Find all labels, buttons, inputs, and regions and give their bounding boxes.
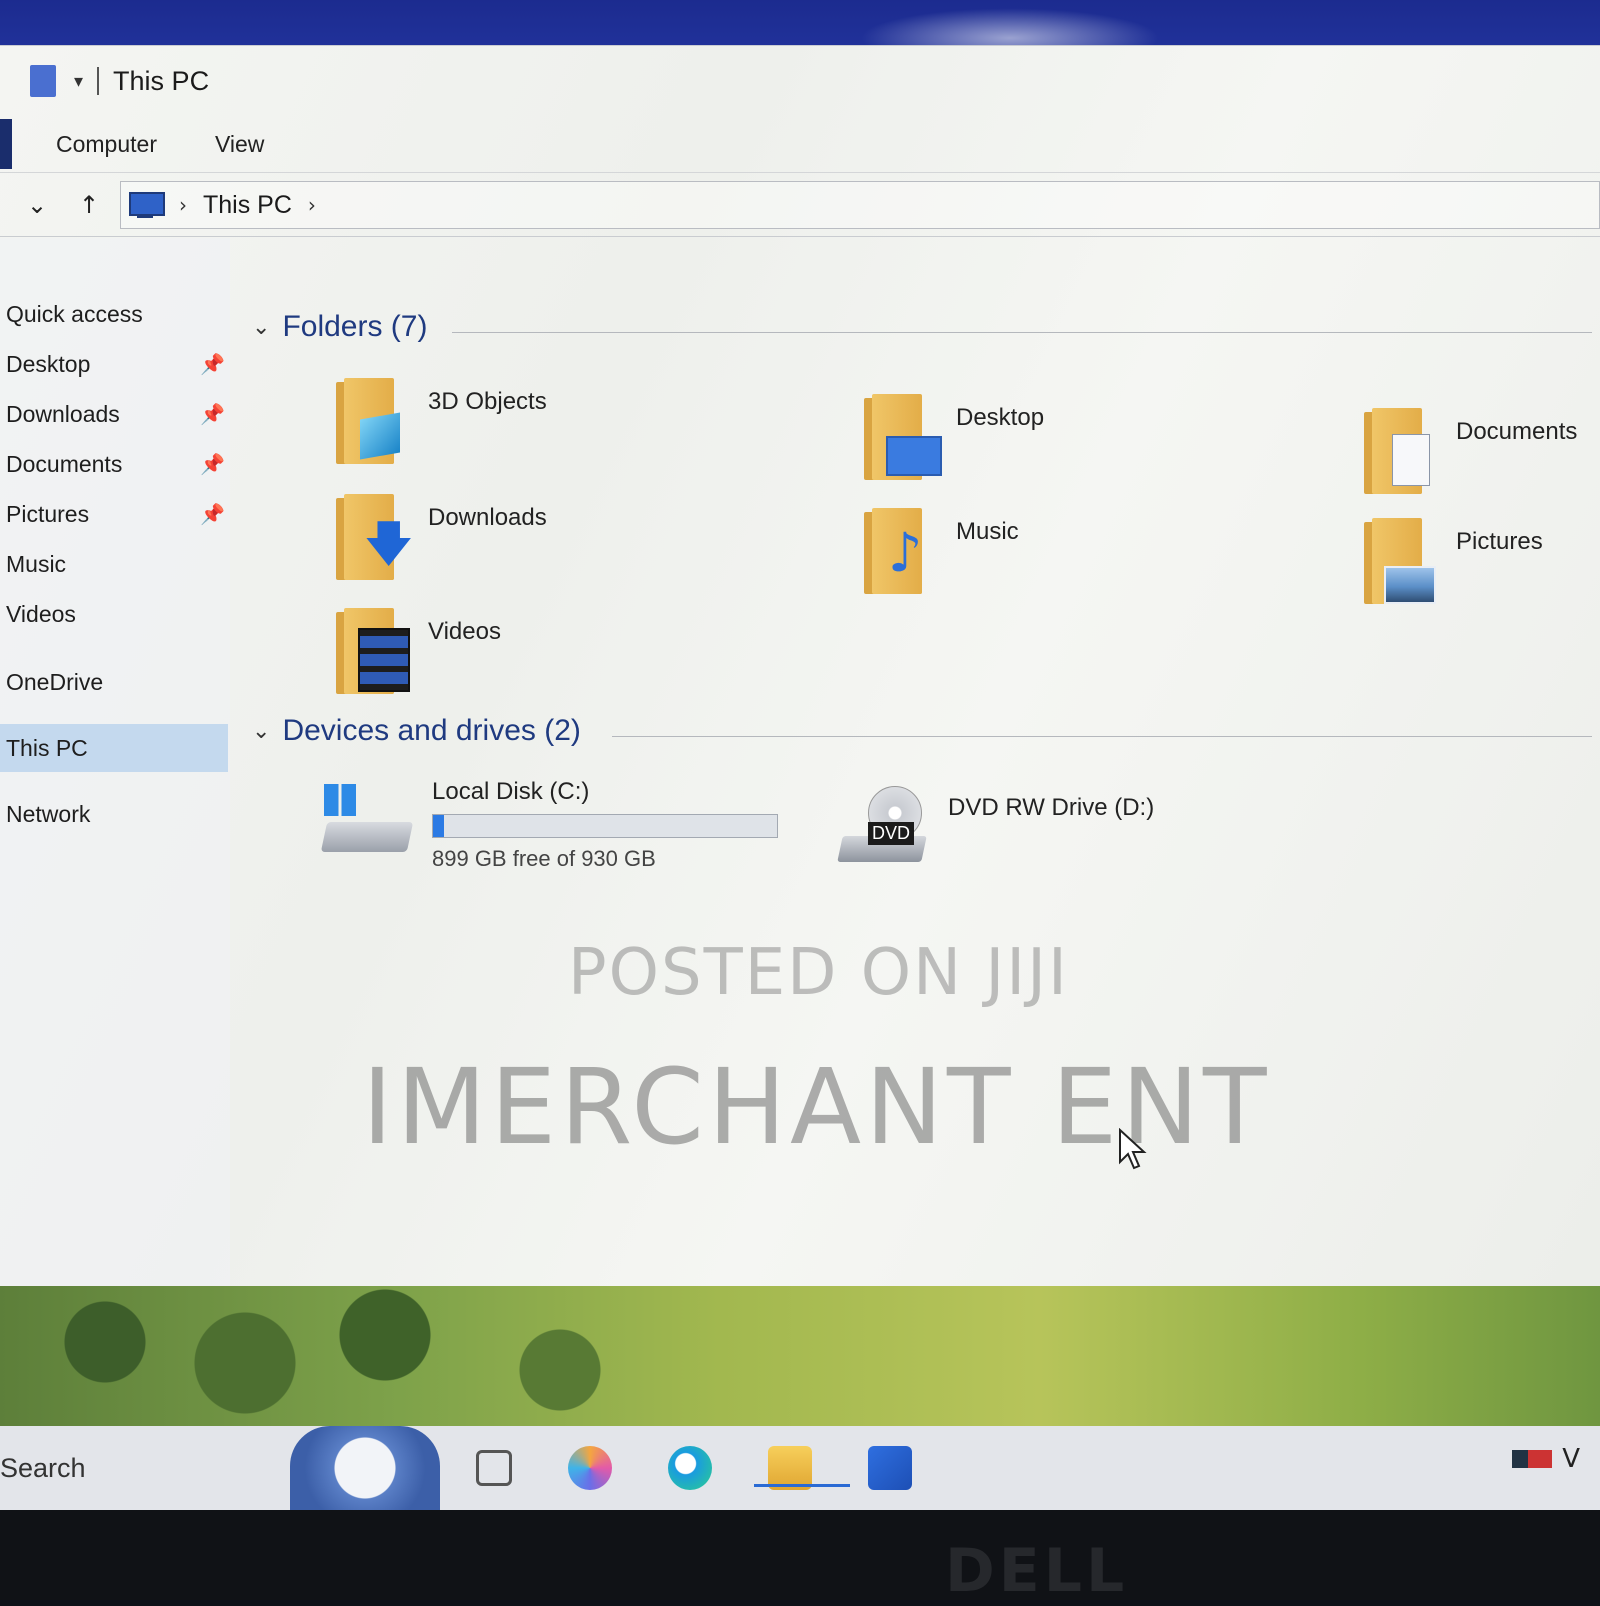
group-title: Devices and drives (2) <box>282 714 581 747</box>
folder-3d-objects[interactable]: 3D Objects <box>332 376 547 472</box>
folder-name: Videos <box>428 618 501 645</box>
mouse-pointer-icon <box>1119 1128 1147 1170</box>
monitor-bottom-bezel <box>0 1510 1600 1600</box>
dvd-drive-icon: DVD <box>837 786 938 876</box>
edge-icon[interactable] <box>668 1446 712 1490</box>
title-separator <box>97 67 100 95</box>
sidebar-item-documents[interactable]: Documents 📌 <box>0 440 228 488</box>
chevron-down-icon[interactable]: ⌄ <box>252 718 270 744</box>
folder-pictures[interactable]: Pictures <box>1360 516 1543 612</box>
folder-name: Music <box>956 518 1019 545</box>
pin-icon[interactable]: 📌 <box>200 402 225 427</box>
sidebar-item-label: Music <box>6 550 67 577</box>
documents-folder-icon <box>1360 406 1440 502</box>
sidebar-item-desktop[interactable]: Desktop 📌 <box>0 340 228 388</box>
search-highlight-icon[interactable] <box>290 1426 440 1510</box>
system-tray: V <box>1512 1444 1580 1474</box>
sidebar-item-downloads[interactable]: Downloads 📌 <box>0 390 228 438</box>
sidebar-item-pictures[interactable]: Pictures 📌 <box>0 490 228 538</box>
hard-drive-icon <box>320 778 422 868</box>
group-divider <box>452 332 1592 333</box>
pin-icon[interactable]: 📌 <box>200 502 225 527</box>
weather-news-icon[interactable] <box>1512 1450 1553 1468</box>
customize-toolbar-icon[interactable]: ▾ <box>74 71 83 92</box>
group-title: Folders (7) <box>282 310 428 343</box>
folder-music[interactable]: ♪ Music <box>860 506 1019 602</box>
wallpaper-trees <box>0 1286 700 1426</box>
folder-name: Downloads <box>428 504 547 531</box>
file-explorer-window: ▾ This PC Computer View ⌄ ↑ › This PC › … <box>0 45 1600 1286</box>
folder-desktop[interactable]: Desktop <box>860 392 1044 488</box>
pin-icon[interactable]: 📌 <box>200 452 225 477</box>
window-title: This PC <box>113 65 210 96</box>
breadcrumb-chevron-icon[interactable]: › <box>179 193 187 217</box>
drive-usage-fill <box>433 815 445 837</box>
sidebar-item-label: Pictures <box>6 500 90 527</box>
sidebar-item-onedrive[interactable]: OneDrive <box>0 658 228 706</box>
pin-icon[interactable]: 📌 <box>200 352 225 377</box>
music-folder-icon: ♪ <box>860 506 940 602</box>
dvd-badge: DVD <box>868 822 915 845</box>
sidebar-item-label: Videos <box>6 600 76 627</box>
taskbar-search[interactable]: Search <box>0 1453 290 1484</box>
microsoft-store-icon[interactable] <box>868 1446 912 1490</box>
properties-icon[interactable] <box>30 65 56 97</box>
this-pc-icon <box>127 192 165 218</box>
navigation-row: ⌄ ↑ › This PC › <box>0 174 1600 237</box>
drive-usage-bar <box>432 814 778 838</box>
folder-downloads[interactable]: 🡇 Downloads <box>332 492 547 588</box>
sidebar-item-quick-access[interactable]: Quick access <box>0 290 228 338</box>
sidebar-item-label: OneDrive <box>6 668 104 695</box>
videos-folder-icon <box>332 606 412 702</box>
tab-view[interactable]: View <box>201 125 278 164</box>
drive-local-disk-c[interactable]: Local Disk (C:) 899 GB free of 930 GB <box>320 778 778 872</box>
folder-name: 3D Objects <box>428 388 547 415</box>
sidebar-item-label: Network <box>6 800 91 827</box>
breadcrumb-this-pc[interactable]: This PC <box>203 191 292 220</box>
folder-name: Desktop <box>956 404 1045 431</box>
folder-videos[interactable]: Videos <box>332 606 501 702</box>
folder-name: Pictures <box>1456 528 1543 555</box>
tray-text[interactable]: V <box>1562 1444 1580 1474</box>
watermark-posted-on-jiji: POSTED ON JIJI <box>568 936 1069 1010</box>
file-tab[interactable] <box>0 119 12 169</box>
drive-name: Local Disk (C:) <box>432 778 590 805</box>
downloads-folder-icon: 🡇 <box>332 492 413 588</box>
ribbon: Computer View <box>0 116 1600 173</box>
sidebar-item-label: This PC <box>6 734 88 761</box>
breadcrumb-chevron-icon[interactable]: › <box>308 193 316 217</box>
monitor-brand-logo: DELL <box>945 1536 1129 1606</box>
task-view-icon[interactable] <box>476 1450 512 1486</box>
chevron-down-icon[interactable]: ⌄ <box>252 314 270 340</box>
tab-computer[interactable]: Computer <box>42 125 171 164</box>
title-bar: ▾ This PC <box>0 46 1600 116</box>
sidebar-item-label: Quick access <box>6 300 143 327</box>
drive-dvd-rw-d[interactable]: DVD DVD RW Drive (D:) <box>837 786 1155 876</box>
pictures-folder-icon <box>1360 516 1440 612</box>
up-arrow-icon[interactable]: ↑ <box>74 191 104 219</box>
drive-name: DVD RW Drive (D:) <box>948 794 1155 821</box>
active-app-indicator <box>754 1484 850 1487</box>
taskbar: Search <box>0 1426 1600 1510</box>
navigation-pane: Quick access Desktop 📌 Downloads 📌 Docum… <box>0 238 230 1286</box>
address-bar[interactable]: › This PC › <box>120 181 1600 229</box>
sidebar-item-music[interactable]: Music <box>0 540 228 588</box>
drives-group-header[interactable]: ⌄ Devices and drives (2) <box>252 714 581 748</box>
desktop-folder-icon <box>860 392 942 488</box>
group-divider <box>612 736 1592 737</box>
sidebar-item-this-pc[interactable]: This PC <box>0 724 228 772</box>
sidebar-item-label: Desktop <box>6 350 91 377</box>
sidebar-item-network[interactable]: Network <box>0 790 228 838</box>
recent-locations-icon[interactable]: ⌄ <box>22 191 52 219</box>
folders-group-header[interactable]: ⌄ Folders (7) <box>252 310 427 344</box>
folder-documents[interactable]: Documents <box>1360 406 1577 502</box>
sidebar-item-videos[interactable]: Videos <box>0 590 228 638</box>
3d-objects-folder-icon <box>332 376 412 472</box>
drive-free-space: 899 GB free of 930 GB <box>432 846 656 871</box>
sidebar-item-label: Downloads <box>6 400 120 427</box>
copilot-icon[interactable] <box>568 1446 612 1490</box>
folder-name: Documents <box>1456 418 1578 445</box>
sidebar-item-label: Documents <box>6 450 123 477</box>
